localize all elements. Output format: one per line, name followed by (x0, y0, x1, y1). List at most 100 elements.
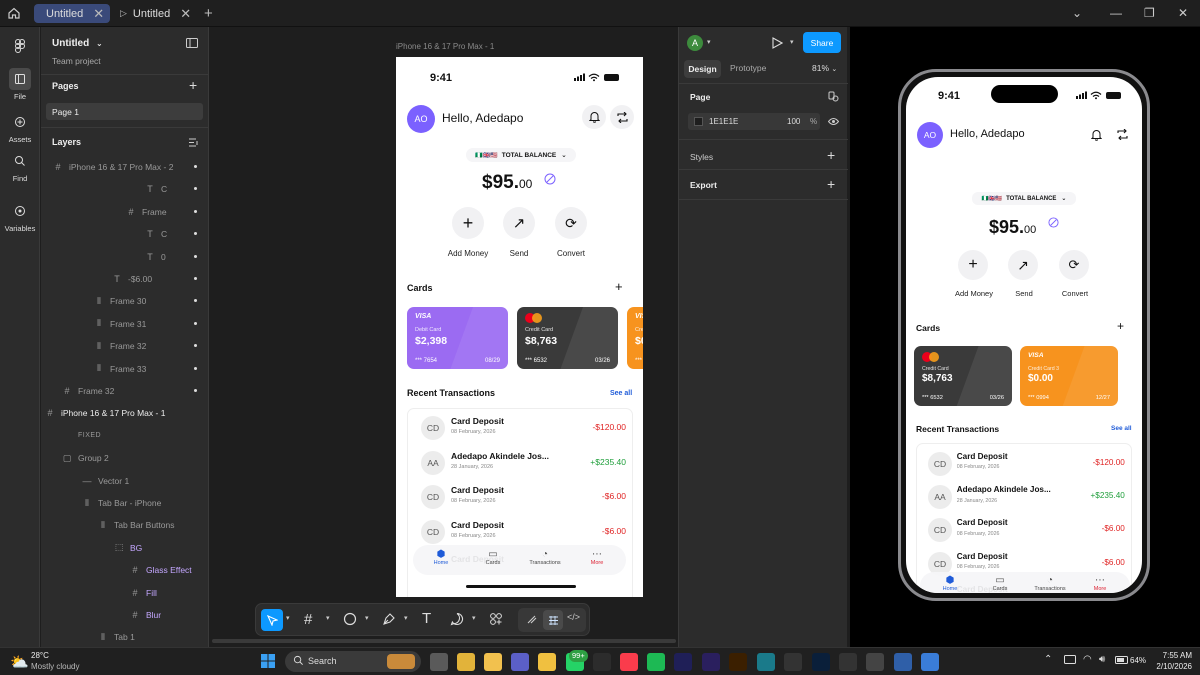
transaction-row[interactable]: CD Card Deposit 08 February, 2026 -$6.00 (421, 482, 626, 512)
layer-row[interactable]: T0 (144, 247, 208, 267)
avatar[interactable]: AO (407, 105, 435, 133)
app-icon[interactable] (757, 653, 775, 671)
app-icon[interactable] (538, 653, 556, 671)
transaction-row[interactable]: CD Card Deposit 08 February, 2026 -$6.00 (421, 517, 626, 547)
layer-visibility-dot[interactable] (194, 209, 197, 213)
sidebar-toggle-icon[interactable] (186, 38, 198, 48)
draw-mode-icon[interactable] (526, 613, 538, 625)
convert-button[interactable]: ⟳ (555, 207, 587, 239)
switch-button[interactable] (610, 105, 634, 129)
layer-row[interactable]: ⦀ Tab 1 (97, 627, 208, 647)
chevron-down-icon[interactable]: ▾ (790, 38, 794, 46)
tab-bar-item[interactable]: ◔ Transactions (1025, 575, 1075, 592)
add-export-icon[interactable]: + (827, 176, 835, 192)
chevron-down-icon[interactable]: ▾ (707, 38, 711, 46)
chevron-down-icon[interactable]: ▾ (365, 614, 369, 622)
notification-button[interactable] (582, 105, 606, 129)
pen-tool-icon[interactable] (382, 612, 396, 626)
user-avatar[interactable]: A (687, 35, 703, 51)
chatgpt-icon[interactable] (784, 653, 802, 671)
frame-tool-icon[interactable]: # (304, 611, 312, 628)
battery-icon[interactable] (1115, 656, 1129, 664)
add-card-icon[interactable]: + (615, 279, 623, 294)
tab-file-2[interactable]: ▷ Untitled ✕ (114, 4, 191, 23)
text-tool-icon[interactable]: T (422, 610, 431, 627)
layer-row[interactable]: — Vector 1 (81, 471, 208, 491)
illustrator-icon[interactable] (729, 653, 747, 671)
tab-bar-item[interactable]: ⋯ More (572, 549, 622, 566)
layer-visibility-dot[interactable] (194, 321, 197, 325)
photoshop-icon[interactable] (812, 653, 830, 671)
actions-tool-icon[interactable] (489, 612, 503, 626)
send-button[interactable]: ↗ (1008, 250, 1038, 280)
layer-visibility-dot[interactable] (194, 389, 197, 392)
balance-selector[interactable]: 🇳🇬🇬🇧🇺🇸 TOTAL BALANCE ⌄ (972, 192, 1076, 205)
layer-row[interactable]: FIXED (61, 426, 208, 446)
transaction-row[interactable]: AA Adedapo Akindele Jos... 28 January, 202… (421, 448, 626, 478)
windows-start-icon[interactable] (261, 654, 275, 668)
minimize-icon[interactable]: — (1110, 6, 1122, 20)
send-button[interactable]: ↗ (503, 207, 535, 239)
layer-visibility-dot[interactable] (194, 232, 197, 236)
layer-row[interactable]: ⦀ Frame 30 (93, 291, 208, 311)
page-color-field[interactable]: 1E1E1E 100 % (688, 113, 820, 130)
chevron-down-icon[interactable]: ▾ (326, 614, 330, 622)
terminal-icon[interactable] (839, 653, 857, 671)
add-money-button[interactable]: + (452, 207, 484, 239)
rail-item-variables[interactable]: Variables (0, 200, 40, 233)
layer-row[interactable]: ⦀ Tab Bar Buttons (97, 515, 208, 535)
file-explorer-icon[interactable] (484, 653, 502, 671)
layer-row[interactable]: TC (144, 179, 208, 199)
spotify-icon[interactable] (647, 653, 665, 671)
page-settings-icon[interactable] (828, 91, 839, 102)
transaction-row[interactable]: CD Card Deposit 08 February, 2026 -$6.00 (928, 515, 1125, 545)
bell-icon[interactable] (1091, 129, 1102, 141)
after-effects-icon[interactable] (674, 653, 692, 671)
page-item[interactable]: Page 1 (46, 103, 203, 120)
add-money-button[interactable]: + (958, 250, 988, 280)
convert-button[interactable]: ⟳ (1059, 250, 1089, 280)
card-item[interactable]: Credit Card $8,763 *** 6532 03/26 (914, 346, 1012, 406)
layer-visibility-dot[interactable] (194, 254, 197, 258)
comment-tool-icon[interactable] (450, 612, 464, 626)
card-item[interactable]: Credit Card $8,763 *** 6532 03/26 (517, 307, 618, 369)
layer-row[interactable]: # Frame (125, 202, 208, 222)
close-window-icon[interactable]: ✕ (1178, 6, 1188, 20)
layer-visibility-dot[interactable] (194, 187, 197, 191)
layer-row[interactable]: # Frame 32 (61, 381, 208, 401)
layer-row[interactable]: # Glass Effect (129, 560, 208, 580)
tab-file-1[interactable]: Untitled ✕ (34, 4, 110, 23)
avatar[interactable]: AO (917, 122, 943, 148)
layer-row[interactable]: # Blur (129, 605, 208, 625)
chevron-down-icon[interactable]: ▾ (472, 614, 476, 622)
card-item[interactable]: VISA Credit Card 3$0.00 *** 0994 12/27 (1020, 346, 1118, 406)
design-mode-button[interactable] (543, 610, 563, 630)
close-icon[interactable]: ✕ (180, 6, 191, 22)
layer-row[interactable]: ⦀ Frame 32 (93, 336, 208, 356)
layer-row[interactable]: # Fill (129, 583, 208, 603)
tab-bar-item[interactable]: ⬢ Home (925, 575, 975, 592)
volume-icon[interactable]: 🔊︎ (1099, 654, 1105, 665)
taskbar-search[interactable]: Search (285, 651, 421, 672)
layers-options-icon[interactable] (189, 138, 199, 147)
chevron-down-icon[interactable]: ▾ (286, 614, 290, 622)
eye-icon[interactable] (828, 117, 839, 126)
tray-chevron-up-icon[interactable]: ⌃ (1044, 654, 1052, 665)
eye-off-icon[interactable] (544, 173, 556, 185)
keyboard-icon[interactable] (1064, 655, 1076, 664)
file-name[interactable]: Untitled ⌄ (52, 38, 103, 49)
layer-visibility-dot[interactable] (194, 366, 197, 370)
dev-mode-icon[interactable]: </> (567, 612, 580, 622)
share-button[interactable]: Share (803, 32, 841, 53)
maximize-icon[interactable]: ❐ (1144, 6, 1155, 20)
layer-row[interactable]: # iPhone 16 & 17 Pro Max - 2 (52, 157, 208, 177)
notepad-icon[interactable] (866, 653, 884, 671)
clock-date[interactable]: 2/10/2026 (1146, 662, 1192, 671)
tab-bar-item[interactable]: ⬢ Home (416, 549, 466, 566)
layer-visibility-dot[interactable] (194, 299, 197, 303)
figma-menu[interactable] (0, 35, 40, 59)
premiere-icon[interactable] (702, 653, 720, 671)
tab-bar-item[interactable]: ◔ Transactions (520, 549, 570, 566)
close-icon[interactable]: ✕ (93, 6, 104, 22)
layer-visibility-dot[interactable] (194, 344, 197, 348)
